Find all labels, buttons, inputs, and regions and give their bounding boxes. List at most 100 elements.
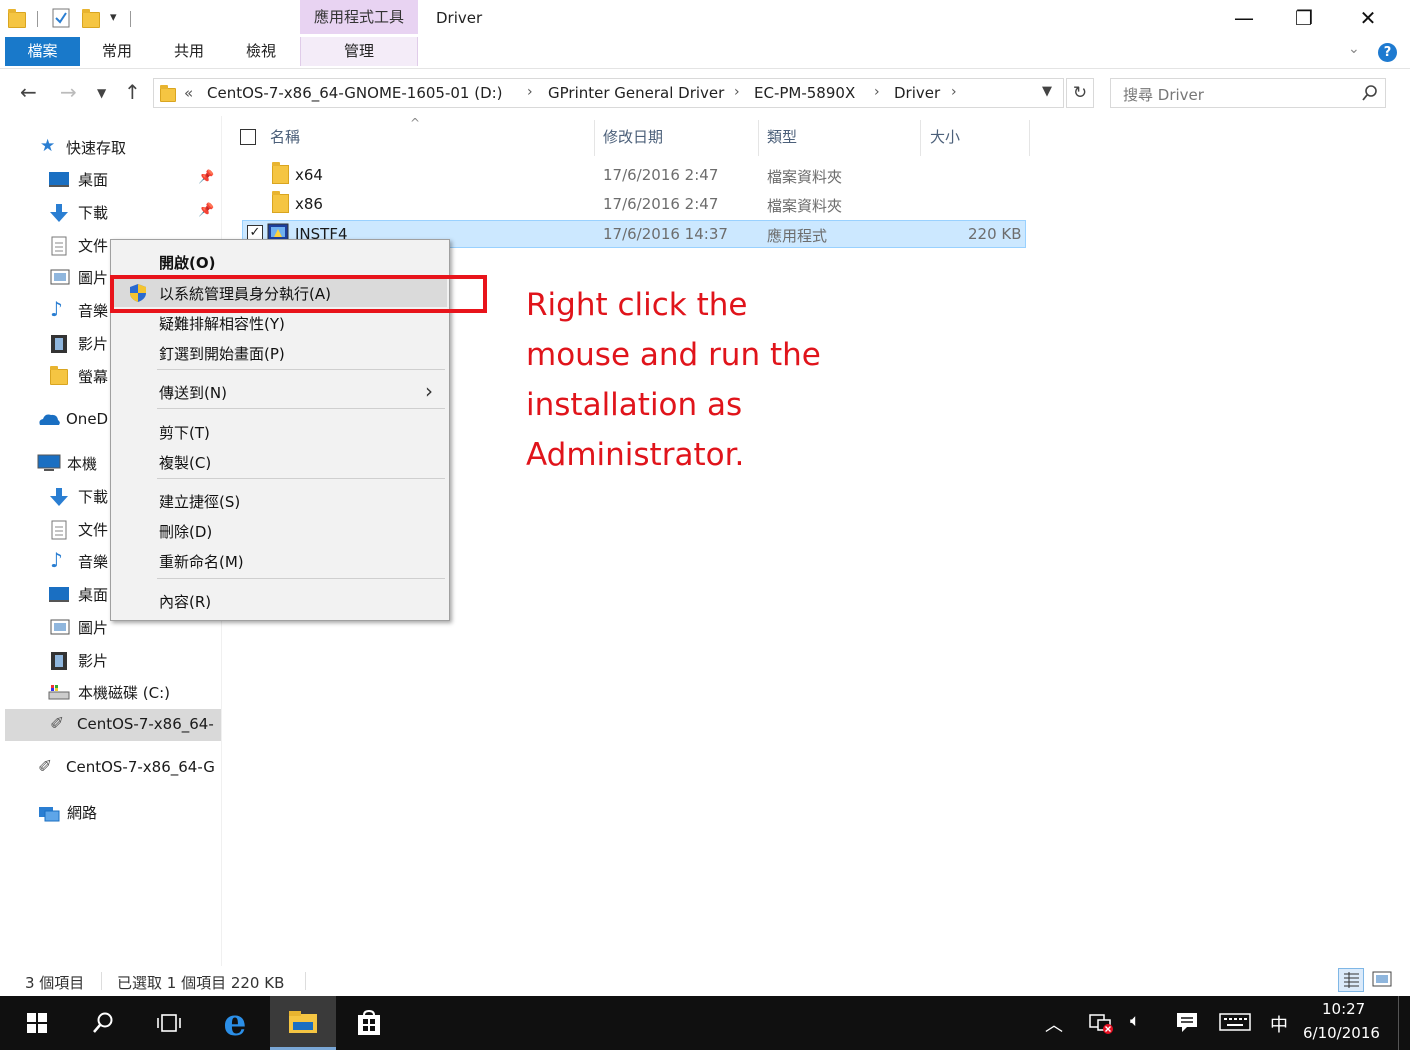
menu-separator	[157, 578, 445, 579]
show-desktop-button[interactable]	[1398, 996, 1402, 1050]
ime-indicator[interactable]: 中	[1270, 1011, 1288, 1037]
annotation-line: Administrator.	[526, 437, 745, 473]
file-row[interactable]: x64 17/6/2016 2:47 檔案資料夾	[242, 162, 1026, 190]
volume-icon[interactable]: 🔈︎	[1130, 1011, 1140, 1031]
menu-item-rename[interactable]: 重新命名(M)	[113, 545, 447, 575]
close-button[interactable]: ✕	[1338, 0, 1398, 36]
column-separator[interactable]	[594, 120, 595, 156]
minimize-button[interactable]: —	[1214, 0, 1274, 36]
breadcrumb-separator-icon[interactable]: ›	[734, 84, 740, 100]
column-header-type[interactable]: 類型	[767, 126, 797, 147]
column-separator[interactable]	[1029, 120, 1030, 156]
menu-item-copy[interactable]: 複製(C)	[113, 446, 447, 476]
desktop-icon	[48, 170, 69, 188]
restore-button[interactable]: ❐	[1274, 0, 1334, 36]
pictures-icon	[50, 618, 70, 636]
breadcrumb-separator-icon[interactable]: ›	[874, 84, 880, 100]
forward-arrow-icon[interactable]: →	[60, 80, 77, 104]
chevron-up-icon[interactable]: ︿	[1045, 1011, 1063, 1037]
large-icons-view-icon[interactable]	[1370, 968, 1396, 992]
refresh-icon[interactable]: ↻	[1066, 78, 1094, 108]
tab-share[interactable]: 共用	[160, 37, 218, 66]
menu-item-delete[interactable]: 刪除(D)	[113, 515, 447, 545]
up-arrow-icon[interactable]: ↑	[124, 80, 141, 104]
address-dropdown-icon[interactable]: ▼	[1042, 84, 1052, 99]
folder-icon	[50, 366, 70, 385]
nav-quick-access[interactable]: ★ 快速存取	[0, 132, 221, 162]
menu-item-create-shortcut[interactable]: 建立捷徑(S)	[113, 485, 447, 515]
menu-item-properties[interactable]: 內容(R)	[113, 585, 447, 615]
drive-icon	[48, 683, 70, 701]
music-icon: ♪	[50, 548, 63, 572]
breadcrumb-drive[interactable]: CentOS-7-x86_64-GNOME-1605-01 (D:)	[207, 84, 503, 102]
column-separator[interactable]	[920, 120, 921, 156]
clock-time[interactable]: 10:27	[1322, 1000, 1365, 1018]
edge-icon: e	[223, 1002, 247, 1044]
edge-button[interactable]: e	[202, 996, 268, 1050]
pin-icon[interactable]: 📌	[198, 170, 214, 185]
breadcrumb-overflow[interactable]: «	[184, 84, 193, 102]
nav-downloads[interactable]: 下載 📌	[0, 197, 221, 227]
download-icon	[48, 487, 68, 506]
notification-icon[interactable]	[1175, 1010, 1199, 1034]
menu-item-open[interactable]: 開啟(O)	[113, 246, 447, 276]
network-status-icon[interactable]	[1088, 1012, 1114, 1034]
select-all-checkbox[interactable]	[240, 129, 256, 145]
menu-item-send-to[interactable]: 傳送到(N) ›	[113, 376, 447, 406]
search-input[interactable]: 搜尋 Driver	[1110, 78, 1386, 108]
task-view-button[interactable]	[136, 996, 202, 1050]
usb-drive-icon: ✐	[50, 714, 65, 734]
column-header-date[interactable]: 修改日期	[603, 126, 663, 147]
breadcrumb-separator-icon[interactable]: ›	[951, 84, 957, 100]
nav-centos-drive[interactable]: ✐ CentOS-7-x86_64-G	[0, 753, 221, 783]
menu-item-cut[interactable]: 剪下(T)	[113, 416, 447, 446]
nav-pc-videos[interactable]: 影片	[0, 645, 221, 675]
store-button[interactable]	[336, 996, 402, 1050]
tab-manage[interactable]: 管理	[300, 37, 418, 66]
back-arrow-icon[interactable]: ←	[20, 80, 37, 104]
start-button[interactable]	[4, 996, 70, 1050]
file-explorer-button[interactable]	[270, 996, 336, 1050]
new-folder-icon[interactable]	[82, 8, 100, 28]
menu-item-pin-to-start[interactable]: 釘選到開始畫面(P)	[113, 337, 447, 367]
help-icon[interactable]: ?	[1378, 43, 1397, 62]
search-icon[interactable]	[1361, 84, 1379, 102]
chevron-down-icon[interactable]: ⌄	[1348, 41, 1360, 57]
nav-network[interactable]: 網路	[0, 797, 221, 827]
search-icon	[93, 1012, 113, 1033]
properties-icon[interactable]	[52, 8, 70, 28]
tab-view[interactable]: 檢視	[232, 37, 290, 66]
title-bar: ▾ 應用程式工具 Driver — ❐ ✕	[0, 0, 1410, 37]
column-header-name[interactable]: 名稱	[270, 126, 300, 147]
document-icon	[50, 520, 70, 540]
nav-centos-drive-selected[interactable]: ✐ CentOS-7-x86_64-	[5, 709, 221, 741]
nav-desktop[interactable]: 桌面 📌	[0, 164, 221, 194]
qa-customize-icon[interactable]: ▾	[110, 10, 117, 25]
search-button[interactable]	[70, 996, 136, 1050]
tab-file[interactable]: 檔案	[5, 37, 80, 66]
column-header-size[interactable]: 大小	[930, 126, 960, 147]
details-view-icon[interactable]	[1338, 968, 1364, 992]
file-row[interactable]: x86 17/6/2016 2:47 檔案資料夾	[242, 191, 1026, 219]
clock-date[interactable]: 6/10/2016	[1303, 1024, 1380, 1042]
breadcrumb-model[interactable]: EC-PM-5890X	[754, 84, 855, 102]
divider	[130, 11, 131, 27]
keyboard-icon[interactable]	[1219, 1012, 1251, 1032]
breadcrumb-gprinter[interactable]: GPrinter General Driver	[548, 84, 724, 102]
search-placeholder: 搜尋 Driver	[1123, 86, 1204, 104]
breadcrumb-driver[interactable]: Driver	[894, 84, 940, 102]
file-explorer-icon	[289, 1010, 317, 1033]
breadcrumb-separator-icon[interactable]: ›	[527, 84, 533, 100]
column-separator[interactable]	[758, 120, 759, 156]
divider	[305, 972, 306, 990]
tab-home[interactable]: 常用	[88, 37, 146, 66]
desktop-icon	[48, 585, 69, 603]
window-title: Driver	[436, 9, 483, 27]
folder-icon	[272, 191, 289, 213]
pin-icon[interactable]: 📌	[198, 203, 214, 218]
recent-locations-icon[interactable]: ▼	[97, 86, 106, 100]
nav-local-disk-c[interactable]: 本機磁碟 (C:)	[0, 677, 221, 707]
highlight-box	[110, 275, 487, 313]
address-bar[interactable]: « CentOS-7-x86_64-GNOME-1605-01 (D:) › G…	[153, 78, 1064, 108]
navigation-row: ← → ▼ ↑ « CentOS-7-x86_64-GNOME-1605-01 …	[0, 72, 1410, 116]
